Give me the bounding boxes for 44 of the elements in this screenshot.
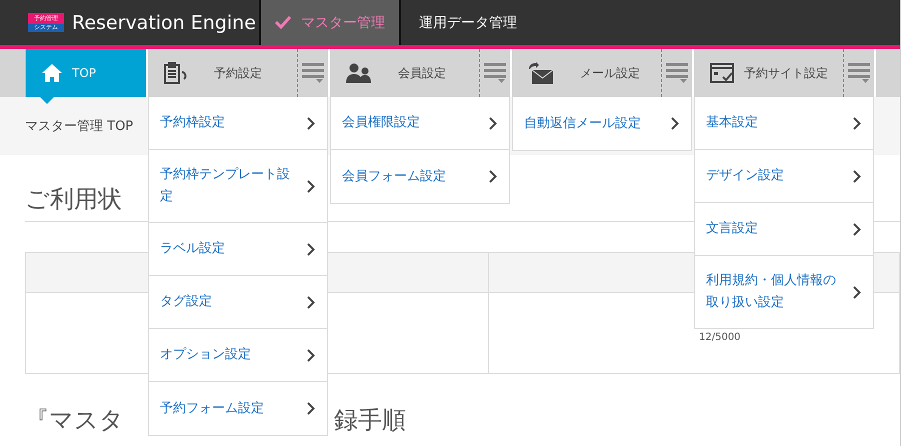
home-icon xyxy=(42,64,62,82)
chevron-icon xyxy=(307,348,315,362)
chevron-icon xyxy=(853,116,861,130)
chevron-icon xyxy=(853,286,861,298)
app-name: Reservation Engine xyxy=(72,12,257,34)
menu-icon xyxy=(666,63,688,83)
nav-tab[interactable]: TOP xyxy=(26,49,146,97)
chevron-icon xyxy=(307,296,315,308)
chevron-icon xyxy=(307,242,315,256)
menu-icon xyxy=(302,63,324,83)
menu-item[interactable]: オプション設定 xyxy=(149,329,327,382)
menu-item[interactable]: デザイン設定 xyxy=(695,150,873,203)
menu-item[interactable]: 利用規約・個人情報の取り扱い設定 xyxy=(695,256,873,328)
chevron-icon xyxy=(307,180,315,192)
breadcrumb: マスター管理 TOP xyxy=(25,118,134,135)
chevron-icon xyxy=(853,222,861,236)
menu-icon xyxy=(484,63,506,83)
menu-item[interactable]: 会員フォーム設定 xyxy=(331,150,509,203)
menu-icon xyxy=(848,63,870,83)
chevron-icon xyxy=(489,116,497,130)
header-tab[interactable]: マスター管理 xyxy=(259,0,399,45)
menu-item[interactable]: 基本設定 xyxy=(695,97,873,150)
menu-item[interactable]: 予約枠テンプレート設定 xyxy=(149,150,327,223)
section-heading: 録手順 xyxy=(334,405,406,436)
chevron-icon xyxy=(489,170,497,183)
check-icon xyxy=(275,16,291,29)
table-cell: 12/5000 xyxy=(699,332,741,343)
menu-item[interactable]: ラベル設定 xyxy=(149,223,327,276)
clipboard-icon xyxy=(164,62,188,84)
chevron-icon xyxy=(307,402,315,415)
people-icon xyxy=(346,63,372,83)
mail-icon xyxy=(528,62,554,84)
section-heading: 『マスタ xyxy=(25,405,124,436)
menu-item[interactable]: 会員権限設定 xyxy=(331,97,509,150)
menu-item[interactable]: タグ設定 xyxy=(149,276,327,329)
chevron-icon xyxy=(671,117,679,130)
section-heading: ご利用状 xyxy=(25,184,122,215)
menu-item[interactable]: 予約フォーム設定 xyxy=(149,382,327,435)
chevron-icon xyxy=(307,116,315,130)
menu-item[interactable]: 自動返信メール設定 xyxy=(513,97,691,150)
menu-item[interactable]: 文言設定 xyxy=(695,203,873,256)
chevron-icon xyxy=(853,170,861,182)
menu-item[interactable]: 予約枠設定 xyxy=(149,97,327,150)
browser-check-icon xyxy=(710,63,734,83)
